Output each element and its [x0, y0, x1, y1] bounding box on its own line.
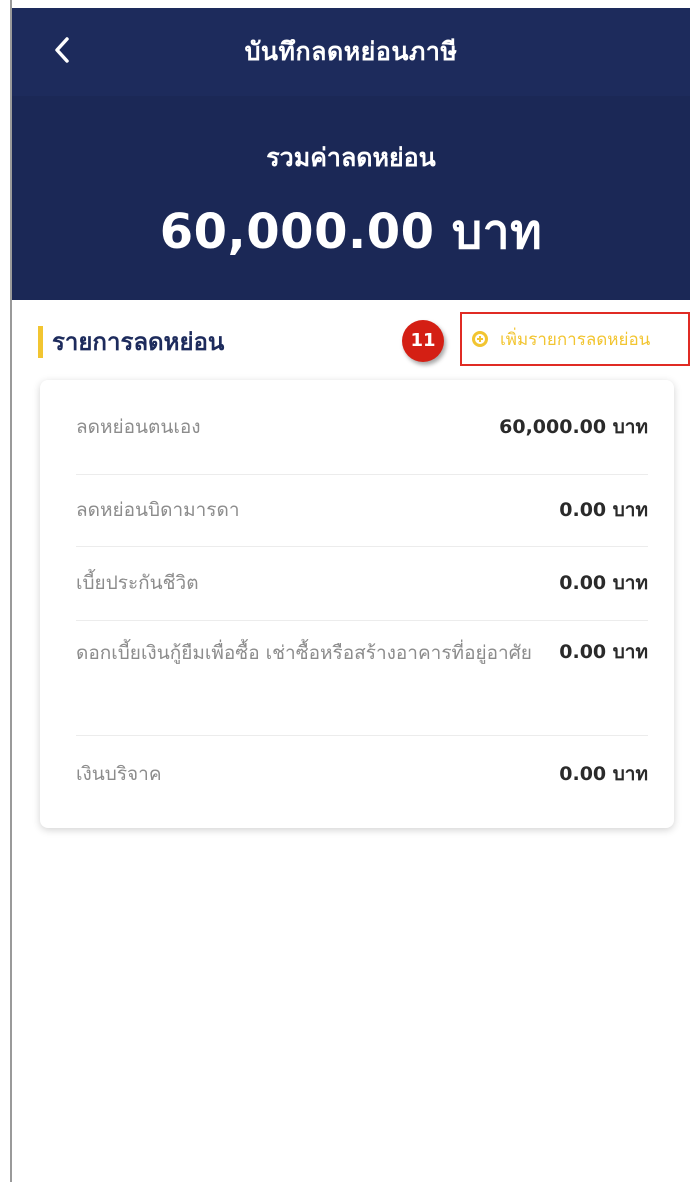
back-button[interactable] [42, 30, 82, 70]
deduction-name: เงินบริจาค [76, 763, 162, 785]
deduction-name: เบี้ยประกันชีวิต [76, 572, 199, 594]
deduction-row-home-loan-interest[interactable]: ดอกเบี้ยเงินกู้ยืมเพื่อซื้อ เช่าซื้อหรือ… [76, 620, 648, 736]
add-deduction-label: เพิ่มรายการลดหย่อน [500, 329, 651, 350]
deduction-value: 0.00 บาท [559, 572, 648, 594]
deduction-name: ลดหย่อนตนเอง [76, 416, 201, 438]
page-title: บันทึกลดหย่อนภาษี [244, 37, 458, 66]
deduction-name: ลดหย่อนบิดามารดา [76, 499, 240, 521]
plus-circle-icon [472, 331, 488, 347]
total-summary: รวมค่าลดหย่อน 60,000.00 บาท [12, 96, 690, 300]
chevron-left-icon [55, 37, 69, 63]
section-title: รายการลดหย่อน [52, 328, 225, 356]
deduction-row-self[interactable]: ลดหย่อนตนเอง 60,000.00 บาท [76, 380, 648, 475]
section-accent-bar [38, 326, 43, 358]
total-amount: 60,000.00 บาท [159, 204, 543, 260]
status-strip [12, 0, 690, 8]
total-label: รวมค่าลดหย่อน [266, 143, 436, 172]
deduction-name: ดอกเบี้ยเงินกู้ยืมเพื่อซื้อ เช่าซื้อหรือ… [76, 642, 532, 664]
add-deduction-button[interactable]: เพิ่มรายการลดหย่อน [460, 312, 690, 366]
step-marker-badge: 11 [402, 320, 444, 362]
deduction-value: 60,000.00 บาท [499, 416, 648, 438]
deduction-row-parents[interactable]: ลดหย่อนบิดามารดา 0.00 บาท [76, 474, 648, 547]
deduction-row-donation[interactable]: เงินบริจาค 0.00 บาท [76, 736, 648, 812]
app-header: บันทึกลดหย่อนภาษี [12, 8, 690, 96]
deduction-value: 0.00 บาท [559, 641, 648, 663]
section-header: รายการลดหย่อน 11 เพิ่มรายการลดหย่อน [12, 300, 690, 380]
app-screen: บันทึกลดหย่อนภาษี รวมค่าลดหย่อน 60,000.0… [10, 0, 690, 1182]
deduction-value: 0.00 บาท [559, 499, 648, 521]
deduction-list-card: ลดหย่อนตนเอง 60,000.00 บาท ลดหย่อนบิดามา… [40, 380, 674, 828]
deduction-row-life-insurance[interactable]: เบี้ยประกันชีวิต 0.00 บาท [76, 546, 648, 621]
deduction-value: 0.00 บาท [559, 763, 648, 785]
